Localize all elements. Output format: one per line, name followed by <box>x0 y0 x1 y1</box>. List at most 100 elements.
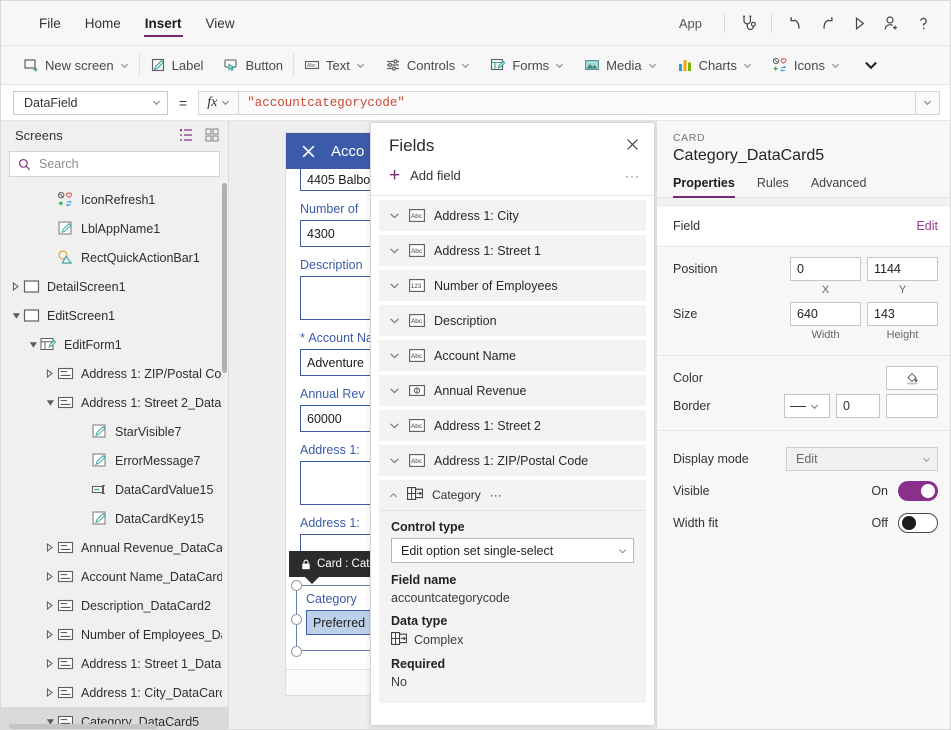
more-icon[interactable]: ··· <box>490 488 502 502</box>
properties-pane: CARD Category_DataCard5 Properties Rules… <box>656 121 951 730</box>
tree-item[interactable]: Address 1: Street 2_DataCar <box>1 388 228 417</box>
undo-icon[interactable] <box>780 8 810 38</box>
ribbon-controls-button[interactable]: Controls <box>375 46 480 85</box>
tree-item[interactable]: Address 1: ZIP/Postal Code_ <box>1 359 228 388</box>
tab-properties[interactable]: Properties <box>673 176 735 197</box>
tree-expand-arrow[interactable] <box>43 543 57 552</box>
help-icon[interactable] <box>908 8 938 38</box>
position-x-input[interactable]: 0 <box>790 257 861 281</box>
ribbon-overflow-button[interactable] <box>850 46 888 85</box>
tree-expand-arrow[interactable] <box>9 312 23 320</box>
tree-item[interactable]: EditScreen1 <box>1 301 228 330</box>
share-user-icon[interactable] <box>876 8 906 38</box>
visible-toggle[interactable] <box>898 481 938 501</box>
datacard-icon <box>57 539 74 556</box>
field-list-item[interactable]: AbcAddress 1: Street 2 <box>379 410 646 441</box>
ribbon-new-screen-button[interactable]: New screen <box>1 46 139 85</box>
tree-expand-arrow[interactable] <box>43 630 57 639</box>
equals-sign: = <box>168 95 198 111</box>
tab-advanced[interactable]: Advanced <box>811 176 867 197</box>
tree-item[interactable]: Address 1: Street 1_DataCar <box>1 649 228 678</box>
play-icon[interactable] <box>844 8 874 38</box>
resize-handle-middle-left[interactable] <box>291 614 302 625</box>
size-height-input[interactable]: 143 <box>867 302 938 326</box>
tree-item[interactable]: Number of Employees_Data <box>1 620 228 649</box>
tree-search-box[interactable]: Search <box>9 151 220 177</box>
tree-expand-arrow[interactable] <box>43 688 57 697</box>
tree-item-label: Address 1: Street 2_DataCar <box>81 396 222 410</box>
ribbon-icons-button[interactable]: Icons <box>762 46 850 85</box>
ribbon-button-button[interactable]: Button <box>213 46 293 85</box>
tree-item[interactable]: DataCardKey15 <box>1 504 228 533</box>
fx-button[interactable]: fx <box>198 91 238 115</box>
field-list-item[interactable]: AbcAddress 1: City <box>379 200 646 231</box>
menu-tab-home[interactable]: Home <box>75 10 131 37</box>
ribbon-forms-button[interactable]: Forms <box>480 46 574 85</box>
field-edit-link[interactable]: Edit <box>916 219 938 233</box>
stethoscope-icon[interactable] <box>733 8 763 38</box>
ribbon-forms-label: Forms <box>512 58 549 73</box>
properties-kicker: CARD <box>657 121 951 144</box>
fields-list[interactable]: AbcAddress 1: City AbcAddress 1: Street 1… <box>371 196 654 725</box>
field-list-item-header[interactable]: Category··· <box>379 480 646 511</box>
tree-vertical-scrollbar[interactable] <box>222 183 227 373</box>
field-list-item[interactable]: Annual Revenue <box>379 375 646 406</box>
color-picker-button[interactable] <box>886 366 938 390</box>
tree-item[interactable]: Account Name_DataCard2 <box>1 562 228 591</box>
tree-item[interactable]: DetailScreen1 <box>1 272 228 301</box>
size-width-input[interactable]: 640 <box>790 302 861 326</box>
add-field-button[interactable]: + Add field ··· <box>371 162 654 196</box>
field-list-item[interactable]: AbcDescription <box>379 305 646 336</box>
tree-expand-arrow[interactable] <box>9 282 23 291</box>
position-y-input[interactable]: 1144 <box>867 257 938 281</box>
tree-expand-arrow[interactable] <box>43 369 57 378</box>
redo-icon[interactable] <box>812 8 842 38</box>
ribbon-media-button[interactable]: Media <box>574 46 666 85</box>
tree-item[interactable]: RectQuickActionBar1 <box>1 243 228 272</box>
border-color-swatch[interactable] <box>886 394 938 418</box>
tree-view-icon[interactable] <box>178 127 194 143</box>
tree-expand-arrow[interactable] <box>43 572 57 581</box>
ribbon-label-button[interactable]: Label <box>140 46 214 85</box>
tree-item[interactable]: DataCardValue15 <box>1 475 228 504</box>
fields-panel-close-button[interactable] <box>625 137 640 155</box>
tree-item[interactable]: Address 1: City_DataCard2 <box>1 678 228 707</box>
border-style-dropdown[interactable] <box>784 394 830 418</box>
tree-item[interactable]: StarVisible7 <box>1 417 228 446</box>
field-list-item[interactable]: AbcAddress 1: ZIP/Postal Code <box>379 445 646 476</box>
tree-expand-arrow[interactable] <box>43 659 57 668</box>
ribbon-charts-button[interactable]: Charts <box>667 46 762 85</box>
tree-expand-arrow[interactable] <box>43 399 57 407</box>
width-fit-toggle[interactable] <box>898 513 938 533</box>
formula-expand-button[interactable] <box>916 91 940 115</box>
menu-tab-insert[interactable]: Insert <box>135 10 192 37</box>
tree-item[interactable]: LblAppName1 <box>1 214 228 243</box>
field-list-item[interactable]: 123Number of Employees <box>379 270 646 301</box>
close-icon[interactable] <box>300 143 317 160</box>
tree-expand-arrow[interactable] <box>26 341 40 349</box>
svg-text:Abc: Abc <box>411 213 423 220</box>
tree-item[interactable]: EditForm1 <box>1 330 228 359</box>
border-width-input[interactable]: 0 <box>836 394 880 418</box>
tree-item[interactable]: Annual Revenue_DataCard2 <box>1 533 228 562</box>
ribbon-text-button[interactable]: Abc Text <box>294 46 375 85</box>
field-list-item[interactable]: AbcAddress 1: Street 1 <box>379 235 646 266</box>
display-mode-dropdown[interactable]: Edit <box>786 447 938 471</box>
tree-item[interactable]: IconRefresh1 <box>1 185 228 214</box>
thumbnail-view-icon[interactable] <box>204 127 220 143</box>
tree-item[interactable]: ErrorMessage7 <box>1 446 228 475</box>
control-type-dropdown[interactable]: Edit option set single-select <box>391 538 634 563</box>
property-selector[interactable]: DataField <box>13 91 168 115</box>
resize-handle-bottom-left[interactable] <box>291 646 302 657</box>
more-icon[interactable]: ··· <box>625 169 640 183</box>
menu-tab-view[interactable]: View <box>196 10 245 37</box>
screens-tree[interactable]: IconRefresh1LblAppName1RectQuickActionBa… <box>1 183 228 730</box>
tab-rules[interactable]: Rules <box>757 176 789 197</box>
resize-handle-top-left[interactable] <box>291 580 302 591</box>
menu-tab-file[interactable]: File <box>29 10 71 37</box>
field-list-item[interactable]: AbcAccount Name <box>379 340 646 371</box>
formula-input[interactable]: "accountcategorycode" <box>238 91 916 115</box>
tree-item[interactable]: Description_DataCard2 <box>1 591 228 620</box>
tree-expand-arrow[interactable] <box>43 601 57 610</box>
tree-horizontal-scrollbar[interactable] <box>9 724 157 729</box>
